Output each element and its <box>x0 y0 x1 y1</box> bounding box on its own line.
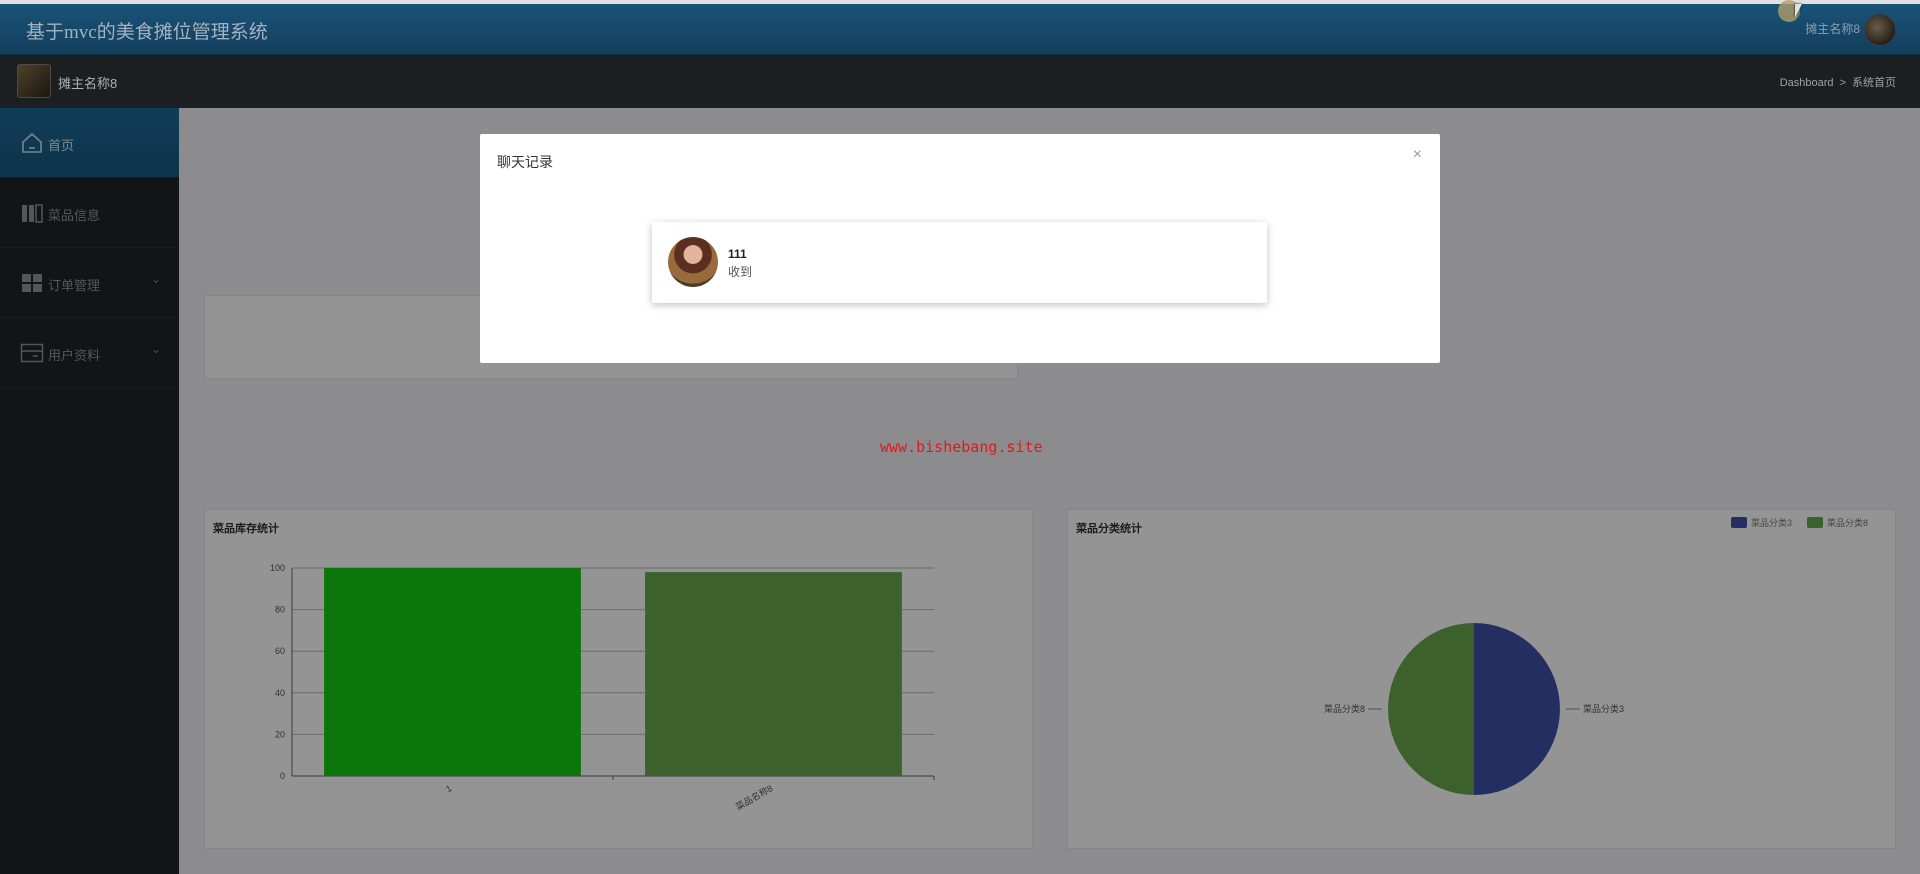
app-title: 基于mvc的美食摊位管理系统 <box>26 22 268 43</box>
brand-name: 摊主名称8 <box>58 76 118 91</box>
chat-message-card[interactable]: 111 收到 <box>652 222 1267 303</box>
chat-message-text: 收到 <box>728 265 753 279</box>
watermark-text: www.bishebang.site <box>880 438 1043 456</box>
top-header: 基于mvc的美食摊位管理系统 摊主名称8 <box>0 4 1920 55</box>
header-avatar[interactable] <box>1864 14 1896 46</box>
breadcrumb-separator: > <box>1839 77 1846 89</box>
chat-history-modal: 聊天记录 × 111 收到 <box>480 134 1440 363</box>
brand-avatar <box>17 64 51 98</box>
chat-sender-name: 111 <box>728 247 747 261</box>
avatar <box>668 237 718 287</box>
header-user-name[interactable]: 摊主名称8 <box>1805 20 1860 37</box>
sub-header: 摊主名称8 Dashboard > 系统首页 <box>0 55 1920 108</box>
breadcrumb: Dashboard > 系统首页 <box>1780 74 1896 90</box>
close-icon[interactable]: × <box>1413 146 1422 164</box>
modal-title: 聊天记录 <box>497 154 553 170</box>
breadcrumb-dashboard[interactable]: Dashboard <box>1780 77 1834 89</box>
mouse-cursor-icon <box>1795 4 1802 18</box>
breadcrumb-current: 系统首页 <box>1852 77 1896 89</box>
